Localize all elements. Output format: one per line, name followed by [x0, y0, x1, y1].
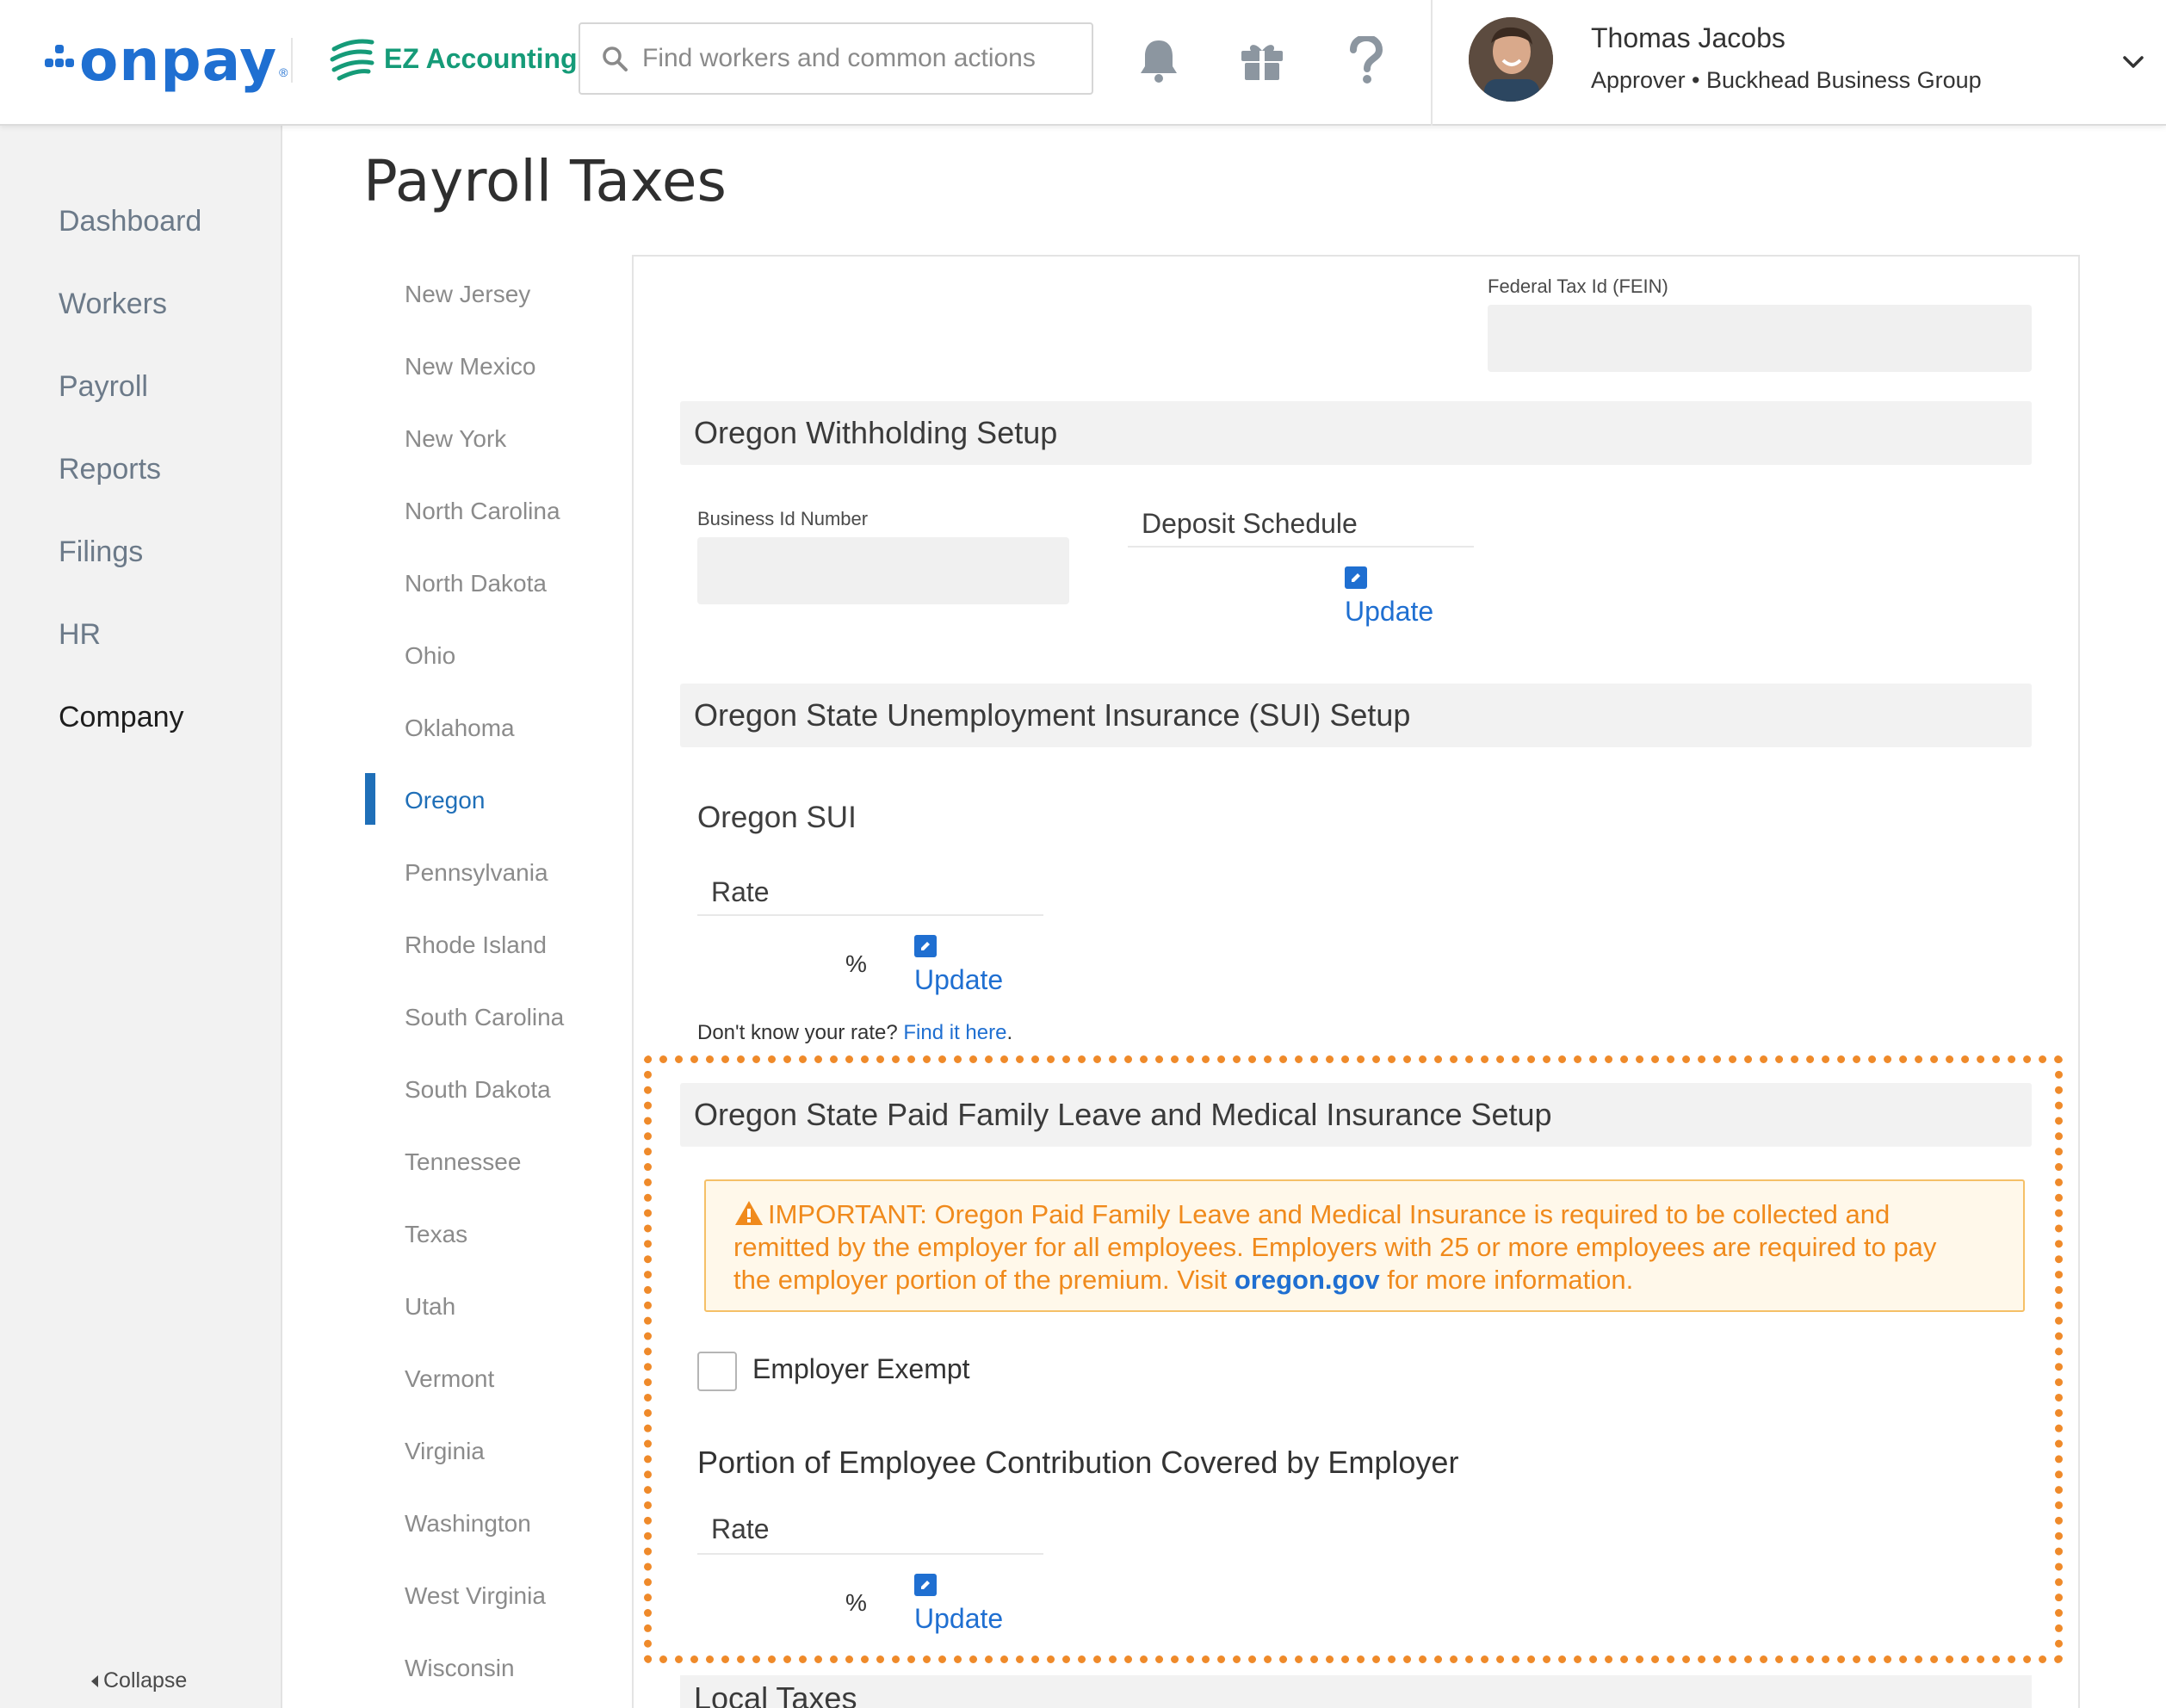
fein-field[interactable] — [1488, 305, 2032, 372]
state-item-new-mexico[interactable]: New Mexico — [405, 353, 535, 381]
search-icon — [603, 46, 628, 71]
state-item-tennessee[interactable]: Tennessee — [405, 1148, 521, 1176]
state-item-utah[interactable]: Utah — [405, 1293, 455, 1321]
pfml-edit-icon[interactable] — [914, 1574, 937, 1596]
state-item-pennsylvania[interactable]: Pennsylvania — [405, 859, 548, 887]
user-name[interactable]: Thomas Jacobs — [1591, 22, 1785, 54]
state-item-wisconsin[interactable]: Wisconsin — [405, 1655, 515, 1682]
state-item-north-dakota[interactable]: North Dakota — [405, 570, 547, 597]
state-item-washington[interactable]: Washington — [405, 1510, 531, 1538]
onpay-dots-icon — [45, 43, 74, 77]
business-id-field[interactable] — [697, 537, 1069, 604]
user-separator — [1431, 0, 1433, 126]
pfml-update-link[interactable]: Update — [914, 1603, 1003, 1635]
deposit-edit-icon[interactable] — [1345, 566, 1367, 589]
onpay-wordmark: onpay — [79, 27, 278, 94]
notifications-button[interactable] — [1135, 36, 1183, 84]
pfml-section-header: Oregon State Paid Family Leave and Medic… — [680, 1083, 2032, 1147]
bell-icon — [1141, 40, 1177, 83]
state-item-new-york[interactable]: New York — [405, 425, 506, 453]
sidebar-item-payroll[interactable]: Payroll — [59, 370, 148, 404]
sidebar-item-company[interactable]: Company — [59, 701, 184, 734]
sui-rate-label: Rate — [711, 876, 770, 907]
registered-mark: ® — [279, 65, 288, 79]
state-item-oregon[interactable]: Oregon — [405, 787, 485, 814]
state-item-rhode-island[interactable]: Rhode Island — [405, 931, 547, 959]
fein-label: Federal Tax Id (FEIN) — [1488, 275, 1668, 297]
onpay-logo[interactable]: onpay ® — [45, 26, 288, 95]
question-icon — [1350, 36, 1383, 84]
sidebar: Dashboard Workers Payroll Reports Filing… — [0, 126, 282, 1708]
state-item-north-carolina[interactable]: North Carolina — [405, 498, 560, 525]
sidebar-item-workers[interactable]: Workers — [59, 288, 167, 321]
header-divider — [291, 38, 293, 83]
deposit-underline — [1128, 546, 1474, 548]
find-rate-link[interactable]: Find it here — [903, 1021, 1006, 1044]
user-role: Approver • Buckhead Business Group — [1591, 67, 1982, 93]
employer-exempt-label[interactable]: Employer Exempt — [752, 1353, 970, 1385]
ez-accounting-logo[interactable]: EZ Accounting — [327, 33, 578, 84]
top-header: onpay ® EZ Accounting Find workers and c… — [0, 0, 2166, 126]
warning-line-3: the employer portion of the premium. Vis… — [733, 1265, 1634, 1295]
sidebar-item-dashboard[interactable]: Dashboard — [59, 205, 201, 238]
sidebar-item-filings[interactable]: Filings — [59, 535, 143, 569]
caret-left-icon — [91, 1674, 98, 1687]
sui-rate-hint: Don't know your rate? Find it here. — [697, 1021, 1012, 1045]
sidebar-item-reports[interactable]: Reports — [59, 453, 161, 486]
pfml-rate-label: Rate — [711, 1513, 770, 1544]
oregon-gov-link[interactable]: oregon.gov — [1235, 1265, 1380, 1295]
help-button[interactable] — [1341, 36, 1389, 84]
withholding-section-header: Oregon Withholding Setup — [680, 401, 2032, 465]
sidebar-item-hr[interactable]: HR — [59, 618, 101, 652]
page-title: Payroll Taxes — [363, 148, 727, 214]
deposit-schedule-label: Deposit Schedule — [1142, 508, 1358, 539]
pfml-warning-box: IMPORTANT: Oregon Paid Family Leave and … — [704, 1179, 2025, 1312]
state-item-vermont[interactable]: Vermont — [405, 1365, 494, 1393]
oregon-sui-title: Oregon SUI — [697, 801, 857, 834]
state-item-ohio[interactable]: Ohio — [405, 642, 455, 670]
sui-percent-sign: % — [845, 950, 867, 977]
gift-icon — [1241, 45, 1283, 80]
user-avatar[interactable] — [1469, 17, 1553, 102]
warning-line-1: IMPORTANT: Oregon Paid Family Leave and … — [733, 1198, 2023, 1231]
active-state-marker — [365, 773, 375, 825]
portion-covered-title: Portion of Employee Contribution Covered… — [697, 1445, 1459, 1480]
state-item-new-jersey[interactable]: New Jersey — [405, 281, 530, 308]
sui-edit-icon[interactable] — [914, 935, 937, 957]
pfml-percent-sign: % — [845, 1589, 867, 1616]
avatar-portrait — [1469, 17, 1553, 102]
ez-accounting-label: EZ Accounting — [384, 42, 578, 74]
warning-line-2: remitted by the employer for all employe… — [733, 1232, 1937, 1262]
sui-update-link[interactable]: Update — [914, 964, 1003, 996]
state-settings-panel — [632, 255, 2080, 1708]
ez-swoosh-icon — [330, 39, 374, 81]
state-item-west-virginia[interactable]: West Virginia — [405, 1582, 546, 1610]
hint-text: Don't know your rate? — [697, 1021, 898, 1044]
state-item-south-carolina[interactable]: South Carolina — [405, 1004, 564, 1031]
state-item-oklahoma[interactable]: Oklahoma — [405, 715, 515, 742]
chevron-down-icon[interactable] — [2116, 45, 2151, 79]
gift-button[interactable] — [1238, 36, 1286, 84]
hint-period: . — [1006, 1021, 1013, 1044]
sui-section-header: Oregon State Unemployment Insurance (SUI… — [680, 684, 2032, 747]
pfml-rate-underline — [697, 1553, 1043, 1555]
search-input[interactable] — [642, 44, 1090, 73]
collapse-label: Collapse — [103, 1668, 188, 1693]
state-item-south-dakota[interactable]: South Dakota — [405, 1076, 551, 1104]
collapse-button[interactable]: Collapse — [90, 1668, 187, 1693]
state-item-virginia[interactable]: Virginia — [405, 1438, 485, 1465]
sui-rate-underline — [697, 914, 1043, 916]
warning-triangle-icon — [735, 1201, 763, 1225]
deposit-update-link[interactable]: Update — [1345, 596, 1433, 628]
employer-exempt-checkbox[interactable] — [697, 1352, 737, 1391]
search-box[interactable] — [579, 22, 1093, 95]
local-taxes-section-header: Local Taxes — [680, 1675, 2032, 1708]
state-item-texas[interactable]: Texas — [405, 1221, 467, 1248]
business-id-label: Business Id Number — [697, 508, 869, 529]
